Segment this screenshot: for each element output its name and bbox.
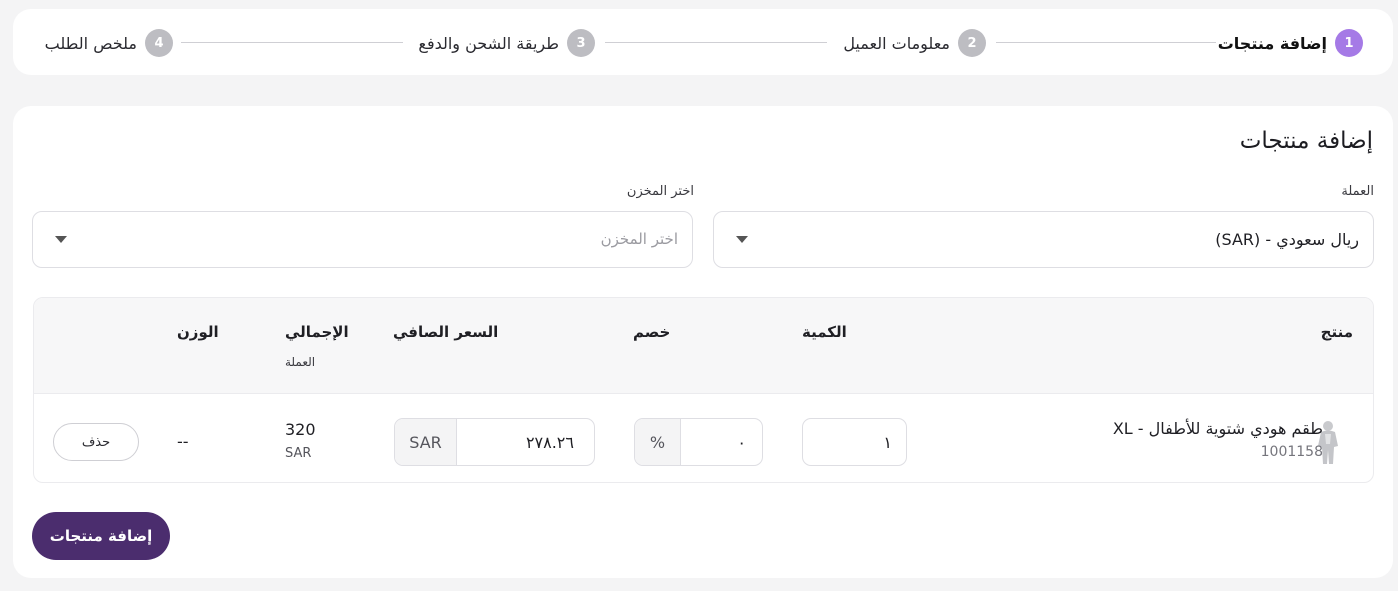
quantity-input[interactable] bbox=[802, 418, 907, 466]
currency-select[interactable]: ريال سعودي - (SAR) bbox=[713, 211, 1374, 268]
step-label: ملخص الطلب bbox=[44, 33, 137, 53]
step-shipping-payment[interactable]: 3 طريقة الشحن والدفع bbox=[418, 29, 595, 57]
warehouse-select[interactable]: اختر المخزن bbox=[32, 211, 693, 268]
row-total: 320 bbox=[285, 420, 316, 439]
delete-row-button[interactable]: حذف bbox=[53, 423, 139, 461]
header-net-price: السعر الصافي bbox=[393, 323, 499, 341]
header-product: منتج bbox=[1320, 323, 1353, 341]
quantity-field[interactable] bbox=[812, 419, 892, 465]
warehouse-label: اختر المخزن bbox=[626, 184, 694, 199]
net-price-input[interactable]: SAR bbox=[394, 418, 595, 466]
chevron-down-icon bbox=[55, 236, 67, 243]
net-price-field[interactable] bbox=[464, 419, 574, 465]
currency-label: العملة bbox=[1341, 184, 1374, 199]
chevron-down-icon bbox=[736, 236, 748, 243]
step-number: 4 bbox=[145, 29, 173, 57]
step-add-products[interactable]: 1 إضافة منتجات bbox=[1218, 29, 1363, 57]
step-connector bbox=[605, 42, 827, 43]
warehouse-placeholder: اختر المخزن bbox=[600, 230, 678, 248]
step-connector bbox=[181, 42, 403, 43]
step-order-summary[interactable]: 4 ملخص الطلب bbox=[45, 29, 173, 57]
header-quantity: الكمية bbox=[802, 323, 847, 341]
step-number: 1 bbox=[1335, 29, 1363, 57]
product-name: طقم هودي شتوية للأطفال - XL bbox=[1112, 419, 1323, 438]
step-label: إضافة منتجات bbox=[1217, 33, 1327, 53]
header-weight: الوزن bbox=[177, 323, 219, 341]
step-label: طريقة الشحن والدفع bbox=[418, 33, 559, 53]
row-total-currency: SAR bbox=[285, 446, 312, 461]
currency-addon: SAR bbox=[395, 419, 457, 465]
header-total: الإجمالي bbox=[285, 323, 349, 341]
discount-input[interactable]: % bbox=[634, 418, 763, 466]
table-header: منتج الكمية خصم السعر الصافي الإجمالي ال… bbox=[34, 298, 1373, 394]
step-label: معلومات العميل bbox=[843, 33, 950, 53]
product-sku: 1001158 bbox=[1260, 444, 1323, 460]
step-connector bbox=[996, 42, 1216, 43]
order-stepper: 1 إضافة منتجات 2 معلومات العميل 3 طريقة … bbox=[13, 9, 1393, 75]
step-customer-info[interactable]: 2 معلومات العميل bbox=[843, 29, 986, 57]
step-number: 3 bbox=[567, 29, 595, 57]
step-number: 2 bbox=[958, 29, 986, 57]
products-table: منتج الكمية خصم السعر الصافي الإجمالي ال… bbox=[33, 297, 1374, 483]
header-total-currency: العملة bbox=[285, 355, 316, 369]
row-weight: -- bbox=[177, 432, 189, 451]
percent-addon: % bbox=[635, 419, 681, 465]
page-title: إضافة منتجات bbox=[1239, 128, 1373, 154]
add-products-button[interactable]: إضافة منتجات bbox=[32, 512, 170, 560]
header-discount: خصم bbox=[633, 323, 671, 341]
currency-value: ريال سعودي - (SAR) bbox=[1215, 230, 1359, 249]
add-products-card: إضافة منتجات العملة ريال سعودي - (SAR) ا… bbox=[13, 106, 1393, 578]
discount-field[interactable] bbox=[686, 419, 746, 465]
